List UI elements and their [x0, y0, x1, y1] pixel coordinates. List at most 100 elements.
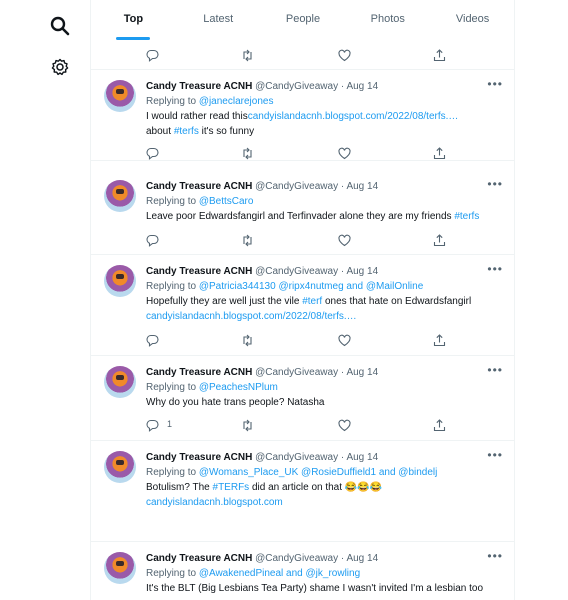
replying-to-link[interactable]: @AwakenedPineal and @jk_rowling: [199, 568, 360, 579]
tweet[interactable]: ••• Candy Treasure ACNH @CandyGiveaway ·…: [91, 357, 514, 441]
replying-label: Replying to: [146, 96, 197, 107]
replying-line: Replying to @AwakenedPineal and @jk_rowl…: [146, 566, 501, 581]
tweet-date[interactable]: Aug 14: [346, 553, 378, 564]
tweet-actions: [146, 147, 446, 163]
replying-to-link[interactable]: @BettsCaro: [199, 196, 254, 207]
author-name[interactable]: Candy Treasure ACNH: [146, 367, 252, 378]
replying-line: Replying to @PeachesNPlum: [146, 380, 501, 395]
share-icon[interactable]: [433, 419, 446, 432]
hashtag-link[interactable]: #terfs: [174, 126, 199, 137]
retweet-icon[interactable]: [241, 49, 254, 62]
avatar[interactable]: [104, 80, 136, 112]
separator-dot: ·: [340, 81, 345, 92]
tweet-content: Candy Treasure ACNH @CandyGiveaway · Aug…: [146, 179, 501, 224]
heart-icon[interactable]: [338, 419, 351, 432]
hashtag-link[interactable]: #terf: [302, 296, 322, 307]
tab-videos[interactable]: Videos: [430, 0, 514, 40]
replying-to-link[interactable]: @Womans_Place_UK @RosieDuffield1 and @bi…: [199, 467, 438, 478]
reply-icon[interactable]: [146, 419, 159, 432]
tweet-text-part: Botulism? The: [146, 482, 213, 493]
heart-icon[interactable]: [338, 147, 351, 160]
separator-dot: ·: [340, 181, 345, 192]
tab-people[interactable]: People: [261, 0, 346, 40]
avatar[interactable]: [104, 366, 136, 398]
tweet[interactable]: ••• Candy Treasure ACNH @CandyGiveaway ·…: [91, 442, 514, 542]
author-handle[interactable]: @CandyGiveaway: [255, 367, 338, 378]
tweet-content: Candy Treasure ACNH @CandyGiveaway · Aug…: [146, 551, 501, 596]
tweet-link[interactable]: candyislandacnh.blogspot.com: [146, 497, 283, 508]
replying-line: Replying to @BettsCaro: [146, 194, 501, 209]
reply-icon[interactable]: [146, 147, 159, 160]
tweet-date[interactable]: Aug 14: [346, 181, 378, 192]
tab-top[interactable]: Top: [91, 0, 176, 40]
author-handle[interactable]: @CandyGiveaway: [255, 553, 338, 564]
search-results-feed: Top Latest People Photos Videos ••• Cand…: [90, 0, 515, 600]
replying-to-link[interactable]: @PeachesNPlum: [199, 382, 278, 393]
tweet-text-part: Leave poor Edwardsfangirl and Terfinvade…: [146, 211, 455, 222]
tweet[interactable]: ••• Candy Treasure ACNH @CandyGiveaway ·…: [91, 543, 514, 600]
author-handle[interactable]: @CandyGiveaway: [255, 266, 338, 277]
tweet-link[interactable]: candyislandacnh.blogspot.com/2022/08/ter…: [146, 311, 357, 322]
tweet-text-part: it's so funny: [198, 126, 255, 137]
tab-latest[interactable]: Latest: [176, 0, 261, 40]
replying-to-link[interactable]: @Patricia344130 @ripx4nutmeg and @MailOn…: [199, 281, 423, 292]
left-rail: [0, 0, 90, 600]
heart-icon[interactable]: [338, 49, 351, 62]
tweet[interactable]: ••• Candy Treasure ACNH @CandyGiveaway ·…: [91, 171, 514, 255]
separator-dot: ·: [340, 266, 345, 277]
reply-icon[interactable]: [146, 234, 159, 247]
reply-count: 1: [167, 419, 173, 429]
tweet-text: I would rather read thiscandyislandacnh.…: [146, 109, 501, 139]
tweet-header: Candy Treasure ACNH @CandyGiveaway · Aug…: [146, 450, 501, 465]
author-handle[interactable]: @CandyGiveaway: [255, 181, 338, 192]
gear-icon[interactable]: [50, 57, 70, 77]
author-handle[interactable]: @CandyGiveaway: [255, 452, 338, 463]
tweet-date[interactable]: Aug 14: [346, 367, 378, 378]
author-handle[interactable]: @CandyGiveaway: [255, 81, 338, 92]
tweet-link[interactable]: candyislandacnh.blogspot.com/2022/08/ter…: [248, 111, 459, 122]
heart-icon[interactable]: [338, 334, 351, 347]
hashtag-link[interactable]: #TERFs: [213, 482, 250, 493]
tab-photos[interactable]: Photos: [345, 0, 430, 40]
tweet-text: Botulism? The #TERFs did an article on t…: [146, 480, 501, 510]
tweet-content: Candy Treasure ACNH @CandyGiveaway · Aug…: [146, 264, 501, 324]
tweet-text-part: did an article on that 😂😂😂: [249, 482, 383, 493]
author-name[interactable]: Candy Treasure ACNH: [146, 81, 252, 92]
avatar[interactable]: [104, 180, 136, 212]
tweet-date[interactable]: Aug 14: [346, 81, 378, 92]
tweet[interactable]: ••• Candy Treasure ACNH @CandyGiveaway ·…: [91, 71, 514, 163]
author-name[interactable]: Candy Treasure ACNH: [146, 266, 252, 277]
avatar[interactable]: [104, 265, 136, 297]
tweet[interactable]: ••• Candy Treasure ACNH @CandyGiveaway ·…: [91, 256, 514, 356]
author-name[interactable]: Candy Treasure ACNH: [146, 553, 252, 564]
avatar[interactable]: [104, 552, 136, 584]
replying-to-link[interactable]: @janeclarejones: [199, 96, 274, 107]
replying-line: Replying to @Patricia344130 @ripx4nutmeg…: [146, 279, 501, 294]
search-icon[interactable]: [50, 16, 70, 36]
tweet-text-part: about: [146, 126, 174, 137]
share-icon[interactable]: [433, 334, 446, 347]
tweet-date[interactable]: Aug 14: [346, 452, 378, 463]
hashtag-link[interactable]: #terfs: [454, 211, 479, 222]
tweet-actions: [146, 49, 446, 65]
share-icon[interactable]: [433, 49, 446, 62]
reply-icon[interactable]: [146, 49, 159, 62]
tweet-content: Candy Treasure ACNH @CandyGiveaway · Aug…: [146, 79, 501, 139]
retweet-icon[interactable]: [241, 334, 254, 347]
retweet-icon[interactable]: [241, 234, 254, 247]
reply-icon[interactable]: [146, 334, 159, 347]
tweet-text-part: ones that hate on Edwardsfangirl: [322, 296, 472, 307]
retweet-icon[interactable]: [241, 147, 254, 160]
heart-icon[interactable]: [338, 234, 351, 247]
retweet-icon[interactable]: [241, 419, 254, 432]
tweet-text: Why do you hate trans people? Natasha: [146, 397, 325, 408]
tweet-actions: 1: [146, 419, 446, 435]
share-icon[interactable]: [433, 147, 446, 160]
avatar[interactable]: [104, 451, 136, 483]
tweet-date[interactable]: Aug 14: [346, 266, 378, 277]
tweet-content: Candy Treasure ACNH @CandyGiveaway · Aug…: [146, 450, 501, 510]
author-name[interactable]: Candy Treasure ACNH: [146, 452, 252, 463]
author-name[interactable]: Candy Treasure ACNH: [146, 181, 252, 192]
replying-line: Replying to @janeclarejones: [146, 94, 501, 109]
share-icon[interactable]: [433, 234, 446, 247]
